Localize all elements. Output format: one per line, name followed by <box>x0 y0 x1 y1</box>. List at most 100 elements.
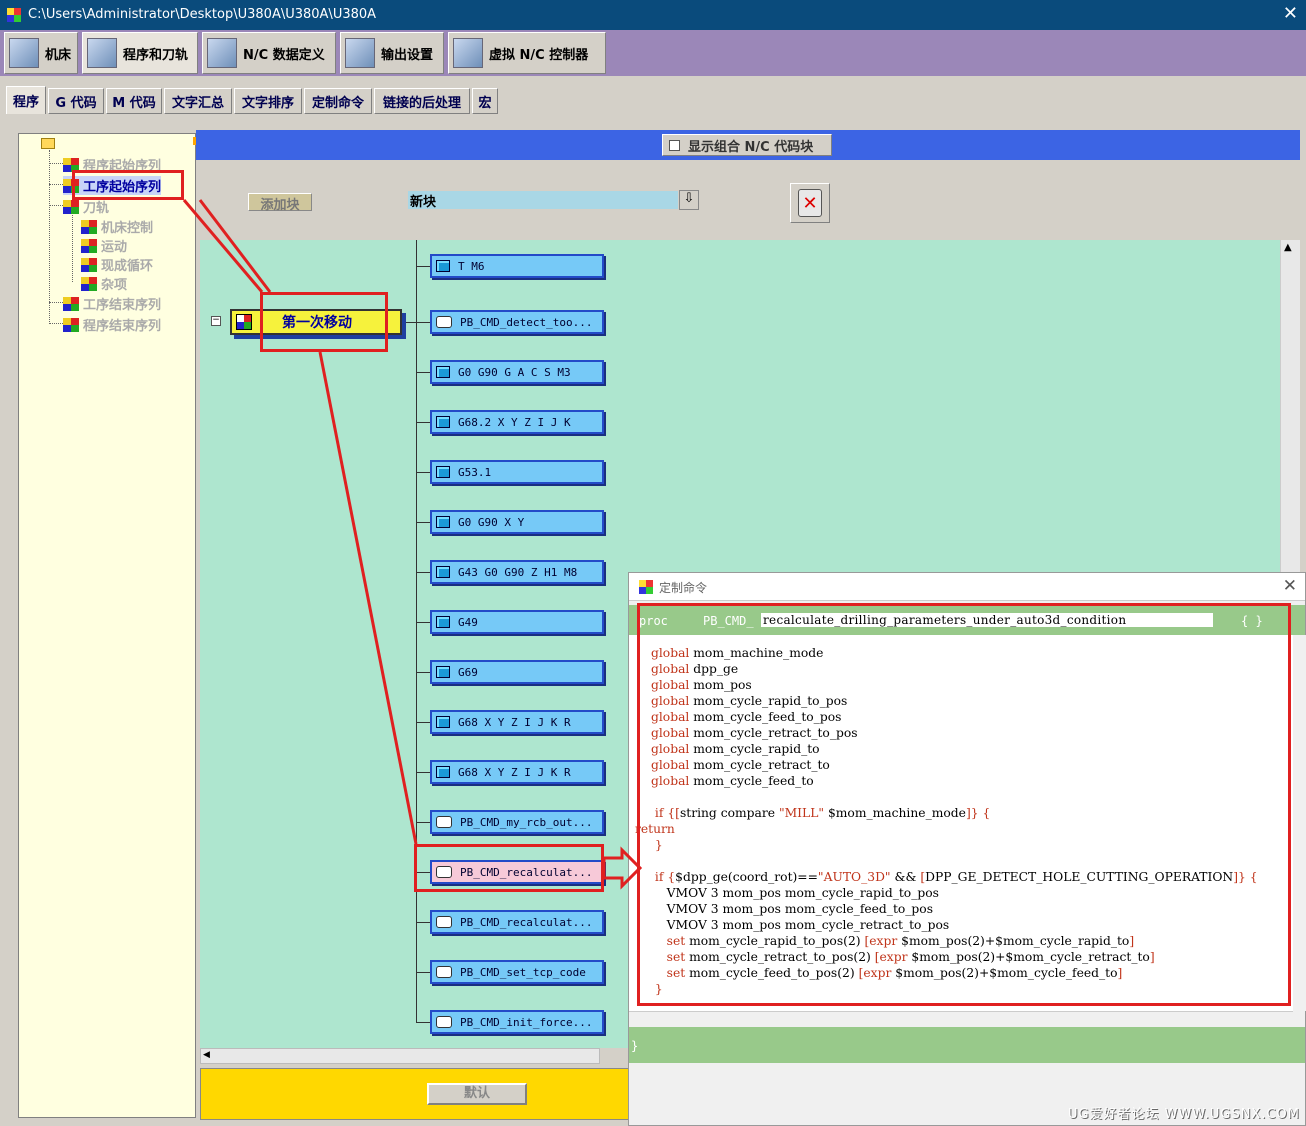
nc-block[interactable]: G68 X Y Z I J K R <box>430 760 604 784</box>
tree-item-machine-control[interactable]: 机床控制 <box>81 217 153 236</box>
nc-block[interactable]: G0 G90 G A C S M3 <box>430 360 604 384</box>
nc-block[interactable]: G49 <box>430 610 604 634</box>
default-button-disabled[interactable]: 默认 <box>427 1083 527 1105</box>
nc-block[interactable]: G68 X Y Z I J K R <box>430 710 604 734</box>
printer-icon <box>345 38 375 68</box>
nc-block[interactable]: G69 <box>430 660 604 684</box>
tab-nc-data[interactable]: N/C 数据定义 <box>202 32 336 74</box>
nc-block[interactable]: G0 G90 X Y <box>430 510 604 534</box>
custom-command-block[interactable]: PB_CMD_recalculat... <box>430 860 604 884</box>
sequence-icon <box>81 257 97 272</box>
close-icon[interactable]: ✕ <box>1283 3 1298 24</box>
tree-item-toolpath[interactable]: 刀轨 <box>63 197 109 216</box>
nc-block[interactable]: G43 G0 G90 Z H1 M8 <box>430 560 604 584</box>
tree-item-operation-end[interactable]: 工序结束序列 <box>63 294 161 313</box>
scroll-left-icon[interactable]: ◀ <box>203 1050 597 1060</box>
window-title: C:\Users\Administrator\Desktop\U380A\U38… <box>28 7 377 22</box>
proc-footer: } <box>629 1027 1305 1063</box>
data-icon <box>207 38 237 68</box>
tree-item-operation-start[interactable]: 工序起始序列 <box>63 176 162 195</box>
connector-line <box>416 972 430 973</box>
custom-command-block[interactable]: PB_CMD_my_rcb_out... <box>430 810 604 834</box>
proc-name-input[interactable]: recalculate_drilling_parameters_under_au… <box>761 613 1213 627</box>
subtab-program[interactable]: 程序 <box>6 86 46 114</box>
dropdown-arrow-icon[interactable]: ⇩ <box>679 190 699 210</box>
tree-item-misc[interactable]: 杂项 <box>81 274 127 293</box>
connector-line <box>416 1022 430 1023</box>
tab-output[interactable]: 输出设置 <box>340 32 444 74</box>
code-vertical-scrollbar[interactable] <box>1293 635 1306 1011</box>
custom-command-dialog: 定制命令 ✕ proc PB_CMD_ { } recalculate_dril… <box>628 572 1306 1126</box>
block-icon <box>436 666 450 678</box>
subtab-word-summary[interactable]: 文字汇总 <box>164 88 232 114</box>
custom-command-block[interactable]: PB_CMD_detect_too... <box>430 310 604 334</box>
tree-line <box>49 150 50 324</box>
subtab-custom-command[interactable]: 定制命令 <box>304 88 372 114</box>
hand-icon <box>436 916 452 928</box>
hand-icon <box>436 316 452 328</box>
connector-line <box>416 672 430 673</box>
hand-icon <box>436 816 452 828</box>
tree-line <box>49 323 63 324</box>
custom-command-block[interactable]: PB_CMD_set_tcp_code <box>430 960 604 984</box>
nc-block[interactable]: G53.1 <box>430 460 604 484</box>
subtab-g-code[interactable]: G 代码 <box>48 88 104 114</box>
sequence-tree: 程序起始序列 工序起始序列 刀轨 机床控制 运动 现成循环 杂项 工序结束序列 … <box>18 133 196 1118</box>
tree-item-canned-cycle[interactable]: 现成循环 <box>81 255 153 274</box>
tree-item-label: 程序结束序列 <box>83 319 162 334</box>
block-icon <box>436 260 450 272</box>
connector-line <box>416 622 430 623</box>
sequence-icon <box>63 317 79 332</box>
tab-label: 机床 <box>45 47 72 63</box>
code-editor[interactable]: global mom_machine_mode global dpp_ge gl… <box>629 635 1293 1011</box>
tab-machine[interactable]: 机床 <box>4 32 78 74</box>
tree-item-program-start[interactable]: 程序起始序列 <box>63 155 161 174</box>
proc-args: { } <box>1241 614 1263 628</box>
sequence-icon <box>63 178 79 193</box>
program-icon <box>87 38 117 68</box>
new-block-select[interactable]: 新块 <box>408 191 678 210</box>
tab-program[interactable]: 程序和刀轨 <box>82 32 198 74</box>
app-icon <box>7 8 21 22</box>
trash-button[interactable]: ✕ <box>790 183 830 223</box>
block-icon <box>436 366 450 378</box>
tree-line <box>49 163 63 164</box>
show-combined-checkbox[interactable]: 显示组合 N/C 代码块 <box>662 134 832 156</box>
tree-item-label: 程序起始序列 <box>83 159 162 174</box>
hand-icon <box>436 866 452 878</box>
dialog-close-icon[interactable]: ✕ <box>1283 576 1297 596</box>
tab-virtual-nc[interactable]: 虚拟 N/C 控制器 <box>448 32 606 74</box>
subtab-macro[interactable]: 宏 <box>472 88 498 114</box>
custom-command-block[interactable]: PB_CMD_init_force... <box>430 1010 604 1034</box>
custom-command-block[interactable]: PB_CMD_recalculat... <box>430 910 604 934</box>
block-label: G0 G90 G A C S M3 <box>458 365 571 379</box>
controller-icon <box>453 38 483 68</box>
event-first-move[interactable]: 第一次移动 <box>230 309 402 335</box>
scroll-up-icon[interactable]: ▲ <box>1284 242 1297 253</box>
title-bar: C:\Users\Administrator\Desktop\U380A\U38… <box>0 0 1306 30</box>
dialog-title-bar: 定制命令 ✕ <box>629 573 1305 601</box>
hand-icon <box>436 966 452 978</box>
canvas-horizontal-scrollbar[interactable]: ◀ <box>200 1048 600 1064</box>
block-label: G53.1 <box>458 465 492 479</box>
tree-item-motion[interactable]: 运动 <box>81 236 127 255</box>
connector-line <box>416 772 430 773</box>
subtab-word-sequence[interactable]: 文字排序 <box>234 88 302 114</box>
collapse-icon[interactable]: − <box>211 316 221 326</box>
connector-line <box>416 922 430 923</box>
nc-block[interactable]: T M6 <box>430 254 604 278</box>
event-label: 第一次移动 <box>282 315 352 331</box>
sequence-icon <box>81 219 97 234</box>
add-block-button[interactable]: 添加块 <box>248 193 312 213</box>
block-icon <box>436 616 450 628</box>
subtab-linked-post[interactable]: 链接的后处理 <box>374 88 470 114</box>
block-label: G49 <box>458 615 478 629</box>
sequence-icon <box>63 157 79 172</box>
tree-line <box>72 212 73 282</box>
block-label: PB_CMD_init_force... <box>460 1015 593 1029</box>
subtab-m-code[interactable]: M 代码 <box>106 88 162 114</box>
tree-item-program-end[interactable]: 程序结束序列 <box>63 315 161 334</box>
tree-item-label: 刀轨 <box>83 201 110 216</box>
nc-block[interactable]: G68.2 X Y Z I J K <box>430 410 604 434</box>
code-horizontal-scrollbar[interactable] <box>629 1011 1293 1027</box>
